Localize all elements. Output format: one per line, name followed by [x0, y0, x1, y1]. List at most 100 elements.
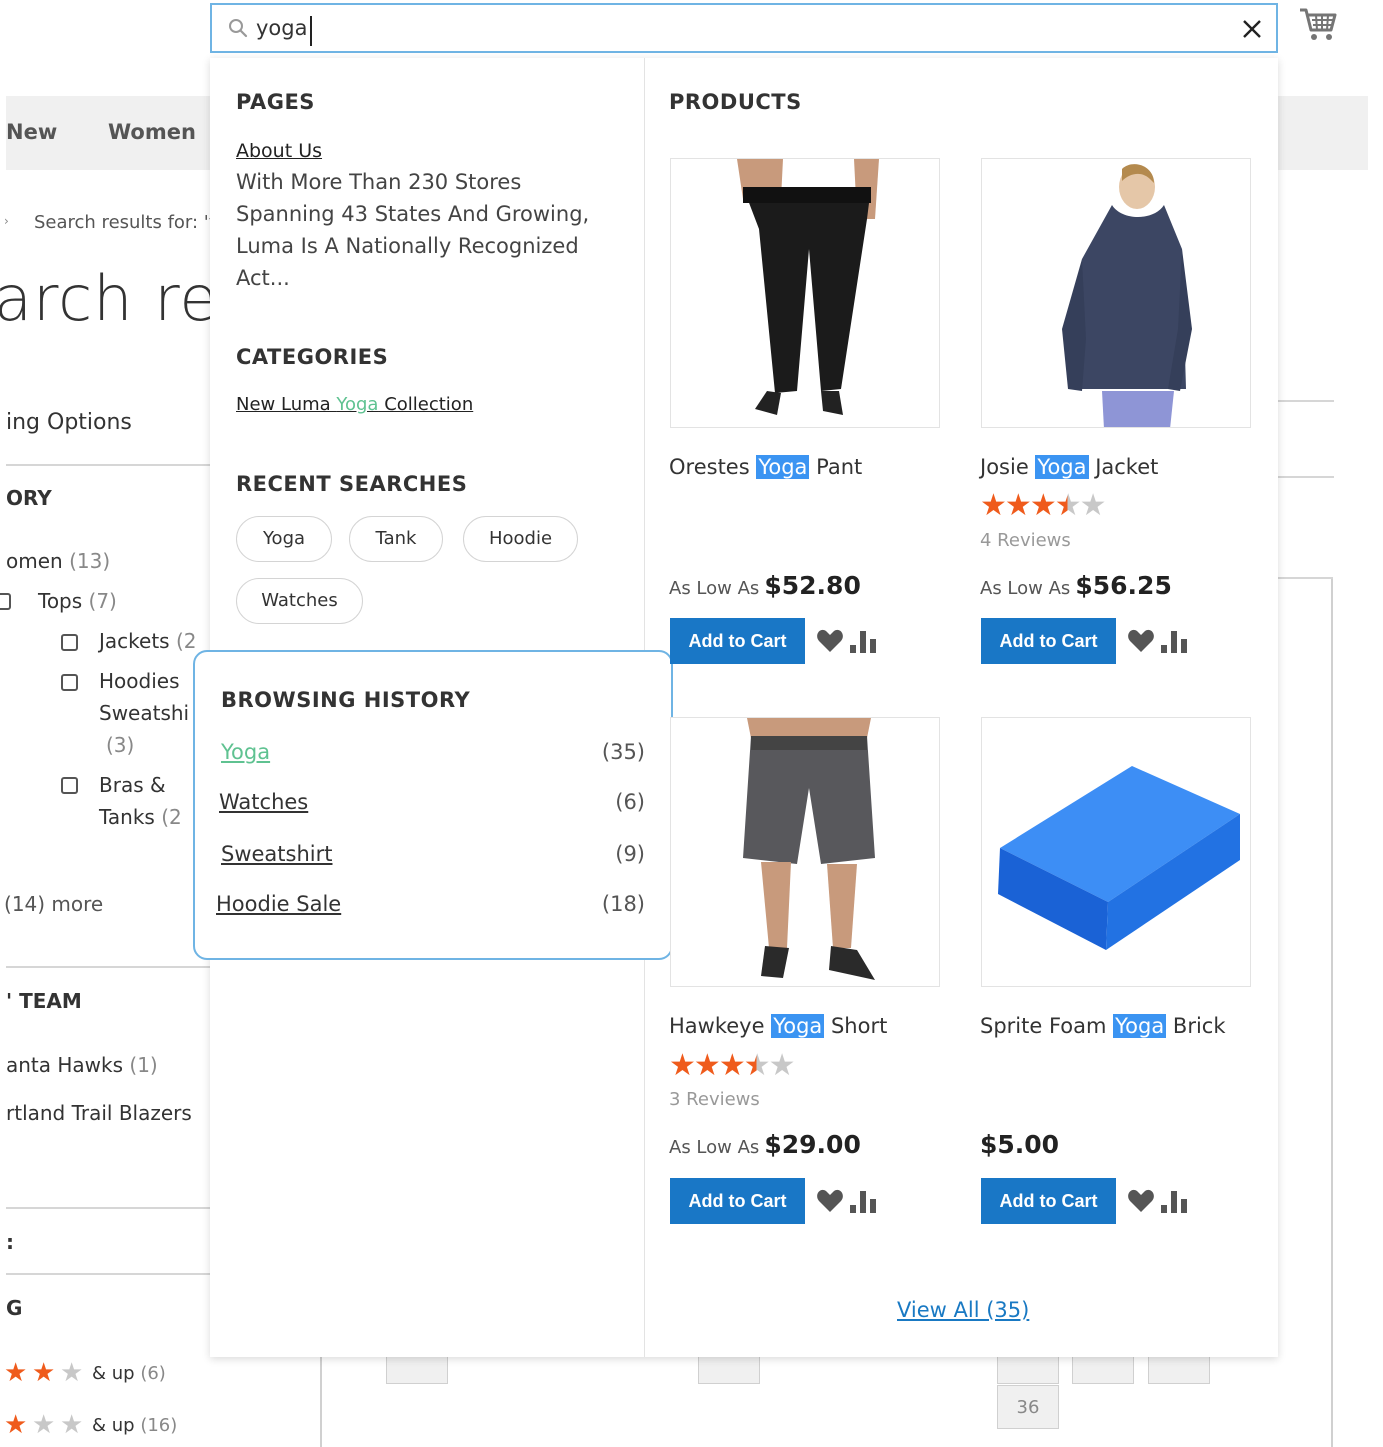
add-to-cart-button[interactable]: Add to Cart — [981, 618, 1116, 664]
history-count: (6) — [615, 790, 645, 814]
rating-stars: ★★★★★ — [669, 1048, 796, 1083]
compare-icon[interactable] — [850, 1191, 878, 1213]
divider — [6, 966, 212, 968]
search-input[interactable] — [256, 13, 1156, 43]
star-icon: ★ — [693, 1048, 721, 1083]
rating-filter-heading[interactable]: G — [6, 1296, 22, 1320]
search-icon — [229, 19, 248, 38]
history-link-watches[interactable]: Watches — [219, 790, 308, 814]
rating-filter-item[interactable]: & up (6) — [92, 1363, 166, 1384]
category-link[interactable]: New Luma Yoga Collection — [236, 394, 473, 415]
filter-item-team[interactable]: rtland Trail Blazers — [6, 1101, 192, 1125]
grid-line — [1278, 577, 1333, 579]
recent-searches-title: RECENT SEARCHES — [236, 472, 468, 496]
product-image-jacket[interactable] — [981, 158, 1251, 428]
wishlist-heart-icon[interactable] — [1127, 628, 1155, 654]
product-name[interactable]: Orestes Yoga Pant — [669, 455, 862, 479]
divider — [6, 1273, 212, 1275]
products-section-title: PRODUCTS — [669, 90, 802, 114]
shopping-options-heading: ing Options — [6, 410, 132, 435]
reviews-link[interactable]: 3 Reviews — [669, 1089, 760, 1110]
breadcrumb-arrow-icon: › — [4, 214, 9, 228]
grid-line — [1331, 578, 1333, 1447]
recent-search-chip[interactable]: Tank — [349, 516, 443, 562]
team-filter-heading[interactable]: ' TEAM — [6, 989, 82, 1013]
page-link-about-us[interactable]: About Us — [236, 140, 322, 162]
grid-line — [1278, 400, 1334, 402]
add-to-cart-button[interactable]: Add to Cart — [670, 618, 805, 664]
product-price: As Low As $29.00 — [669, 1130, 861, 1159]
shorts-photo — [743, 718, 875, 980]
filter-item-hoodies[interactable]: Hoodies — [99, 669, 180, 693]
star-icon: ★ — [669, 1048, 696, 1083]
star-icon: ★ — [980, 488, 1007, 523]
search-box[interactable] — [210, 3, 1278, 53]
history-count: (18) — [601, 892, 645, 916]
rating-filter-item[interactable]: & up (16) — [92, 1415, 177, 1436]
add-to-cart-button[interactable]: Add to Cart — [670, 1178, 805, 1224]
pages-section-title: PAGES — [236, 90, 315, 114]
browsing-history-title: BROWSING HISTORY — [221, 688, 471, 712]
star-icon: ★ — [1079, 488, 1107, 523]
product-name[interactable]: Hawkeye Yoga Short — [669, 1014, 887, 1038]
checkbox[interactable] — [61, 674, 78, 691]
product-price: $5.00 — [980, 1130, 1060, 1159]
checkbox[interactable] — [0, 593, 11, 610]
filter-item-jackets[interactable]: Jackets (2 — [99, 629, 196, 653]
product-name[interactable]: Sprite Foam Yoga Brick — [980, 1014, 1226, 1038]
cart-icon[interactable] — [1298, 6, 1338, 44]
wishlist-heart-icon[interactable] — [1127, 1188, 1155, 1214]
rating-stars: ★★★★★ — [980, 488, 1107, 523]
browsing-history-box: BROWSING HISTORY Yoga (35) Watches (6) S… — [193, 650, 673, 960]
product-image-shorts[interactable] — [670, 717, 940, 987]
wishlist-heart-icon[interactable] — [816, 1188, 844, 1214]
checkbox[interactable] — [61, 634, 78, 651]
product-price: As Low As $56.25 — [980, 571, 1172, 600]
compare-icon[interactable] — [1161, 1191, 1189, 1213]
pants-photo — [737, 159, 879, 415]
half-star-icon: ★ — [1054, 488, 1082, 523]
half-star-icon: ★ — [743, 1048, 771, 1083]
star-icon: ★ — [4, 1410, 28, 1440]
page-excerpt: With More Than 230 Stores Spanning 43 St… — [236, 170, 590, 290]
reviews-link[interactable]: 4 Reviews — [980, 530, 1071, 551]
wishlist-heart-icon[interactable] — [816, 628, 844, 654]
history-link-yoga[interactable]: Yoga — [221, 740, 270, 764]
divider — [6, 1207, 212, 1209]
filter-item-team[interactable]: anta Hawks (1) — [6, 1053, 158, 1077]
filter-count: (3) — [106, 733, 135, 757]
show-more-link[interactable]: (14) more — [4, 892, 103, 916]
recent-search-chip[interactable]: Hoodie — [463, 516, 578, 562]
compare-icon[interactable] — [1161, 631, 1189, 653]
nav-item-new[interactable]: New — [6, 120, 57, 144]
compare-icon[interactable] — [850, 631, 878, 653]
divider — [6, 464, 212, 466]
history-count: (35) — [601, 740, 645, 764]
recent-search-chip[interactable]: Watches — [236, 578, 363, 624]
star-icon: ★ — [718, 1048, 746, 1083]
jacket-photo — [1062, 164, 1192, 427]
pagination-button[interactable]: 36 — [997, 1385, 1059, 1429]
star-icon: ★ — [4, 1358, 28, 1388]
close-icon[interactable] — [1240, 17, 1264, 41]
history-link-sweatshirt[interactable]: Sweatshirt — [221, 842, 332, 866]
filter-heading[interactable]: : — [6, 1230, 14, 1254]
add-to-cart-button[interactable]: Add to Cart — [981, 1178, 1116, 1224]
category-filter-heading[interactable]: ORY — [6, 486, 52, 510]
filter-item-women[interactable]: omen (13) — [6, 549, 110, 573]
filter-item-bras[interactable]: Bras & — [99, 773, 166, 797]
filter-item-tanks: Tanks (2 — [99, 805, 182, 829]
breadcrumb: Search results for: 'y — [34, 212, 220, 233]
nav-item-women[interactable]: Women — [108, 120, 196, 144]
recent-search-chip[interactable]: Yoga — [236, 516, 332, 562]
product-image-brick[interactable] — [981, 717, 1251, 987]
history-link-hoodie-sale[interactable]: Hoodie Sale — [216, 892, 341, 916]
grid-line — [1278, 476, 1334, 478]
filter-item-tops[interactable]: Tops (7) — [38, 589, 117, 613]
product-price: As Low As $52.80 — [669, 571, 861, 600]
checkbox[interactable] — [61, 777, 78, 794]
product-name[interactable]: Josie Yoga Jacket — [980, 455, 1158, 479]
product-image-pants[interactable] — [670, 158, 940, 428]
view-all-link[interactable]: View All (35) — [897, 1298, 1029, 1322]
star-icon: ★ — [32, 1410, 56, 1440]
